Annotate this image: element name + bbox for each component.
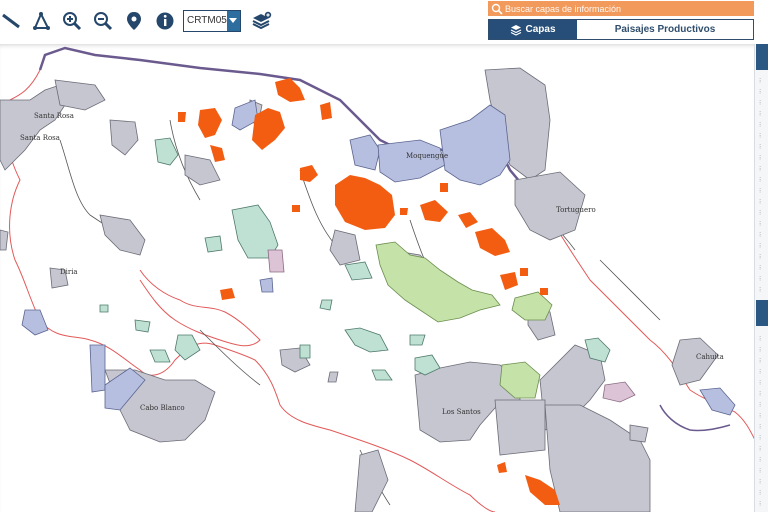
label-los-santos: Los Santos: [442, 408, 481, 416]
projection-select[interactable]: CRTM05: [183, 10, 241, 32]
layer-search[interactable]: [488, 1, 754, 16]
projection-value: CRTM05: [187, 15, 227, 26]
tab-capas[interactable]: Capas: [489, 20, 577, 39]
location-pin-icon[interactable]: [121, 8, 147, 34]
label-tortuguero: Tortuguero: [556, 206, 596, 214]
rail-tab-bottom[interactable]: [756, 300, 768, 326]
side-rail: ⁝ ⁝ ⁝ ⁝ ⁝ ⁝ ⁝ ⁝ ⁝ ⁝ ⁝ ⁝ ⁝ ⁝ ⁝ ⁝ ⁝ ⁝ ⁝ ⁝ ⁝ ⁝ ⁝ ⁝ ⁝ ⁝ ⁝ ⁝ ⁝ ⁝ ⁝ ⁝ ⁝ ⁝ ⁝ ⁝: [754, 44, 768, 512]
protected-areas: [0, 67, 719, 513]
tab-paisajes-label: Paisajes Productivos: [614, 24, 716, 35]
rail-handle-bottom[interactable]: ⁝ ⁝ ⁝ ⁝ ⁝ ⁝ ⁝ ⁝ ⁝ ⁝ ⁝ ⁝ ⁝ ⁝ ⁝ ⁝: [759, 334, 763, 510]
label-santa-rosa-2: Santa Rosa: [20, 134, 60, 142]
toolbar: CRTM05 Capas Paisajes Productivos: [0, 0, 768, 44]
tab-capas-label: Capas: [525, 24, 556, 35]
layers-icon: [511, 24, 522, 36]
label-santa-rosa-1: Santa Rosa: [34, 112, 74, 120]
map-canvas[interactable]: Santa Rosa Santa Rosa Moquengue Tortugue…: [0, 44, 756, 513]
search-input[interactable]: [503, 1, 747, 16]
layers-add-icon[interactable]: [249, 8, 275, 34]
label-cabo-blanco: Cabo Blanco: [140, 404, 185, 412]
label-diria: Diria: [60, 268, 78, 276]
measure-area-icon[interactable]: [28, 8, 54, 34]
chevron-down-icon: [226, 11, 240, 31]
label-cahuita: Cahuita: [696, 353, 724, 361]
tab-paisajes-productivos[interactable]: Paisajes Productivos: [577, 20, 753, 39]
panel-tabs: Capas Paisajes Productivos: [488, 19, 754, 40]
rail-handle-top[interactable]: ⁝ ⁝ ⁝ ⁝ ⁝ ⁝ ⁝ ⁝ ⁝ ⁝ ⁝ ⁝ ⁝ ⁝ ⁝ ⁝ ⁝ ⁝ ⁝ ⁝: [759, 76, 763, 296]
measure-line-icon[interactable]: [0, 8, 24, 34]
search-icon: [491, 3, 503, 15]
rail-tab-top[interactable]: [756, 44, 768, 70]
label-moquenque: Moquengue: [406, 152, 448, 160]
gulf-nicoya-coast: [139, 269, 261, 347]
zoom-in-icon[interactable]: [59, 8, 85, 34]
info-icon[interactable]: [152, 8, 178, 34]
map-layers: Santa Rosa Santa Rosa Moquengue Tortugue…: [0, 46, 756, 513]
zoom-out-icon[interactable]: [90, 8, 116, 34]
